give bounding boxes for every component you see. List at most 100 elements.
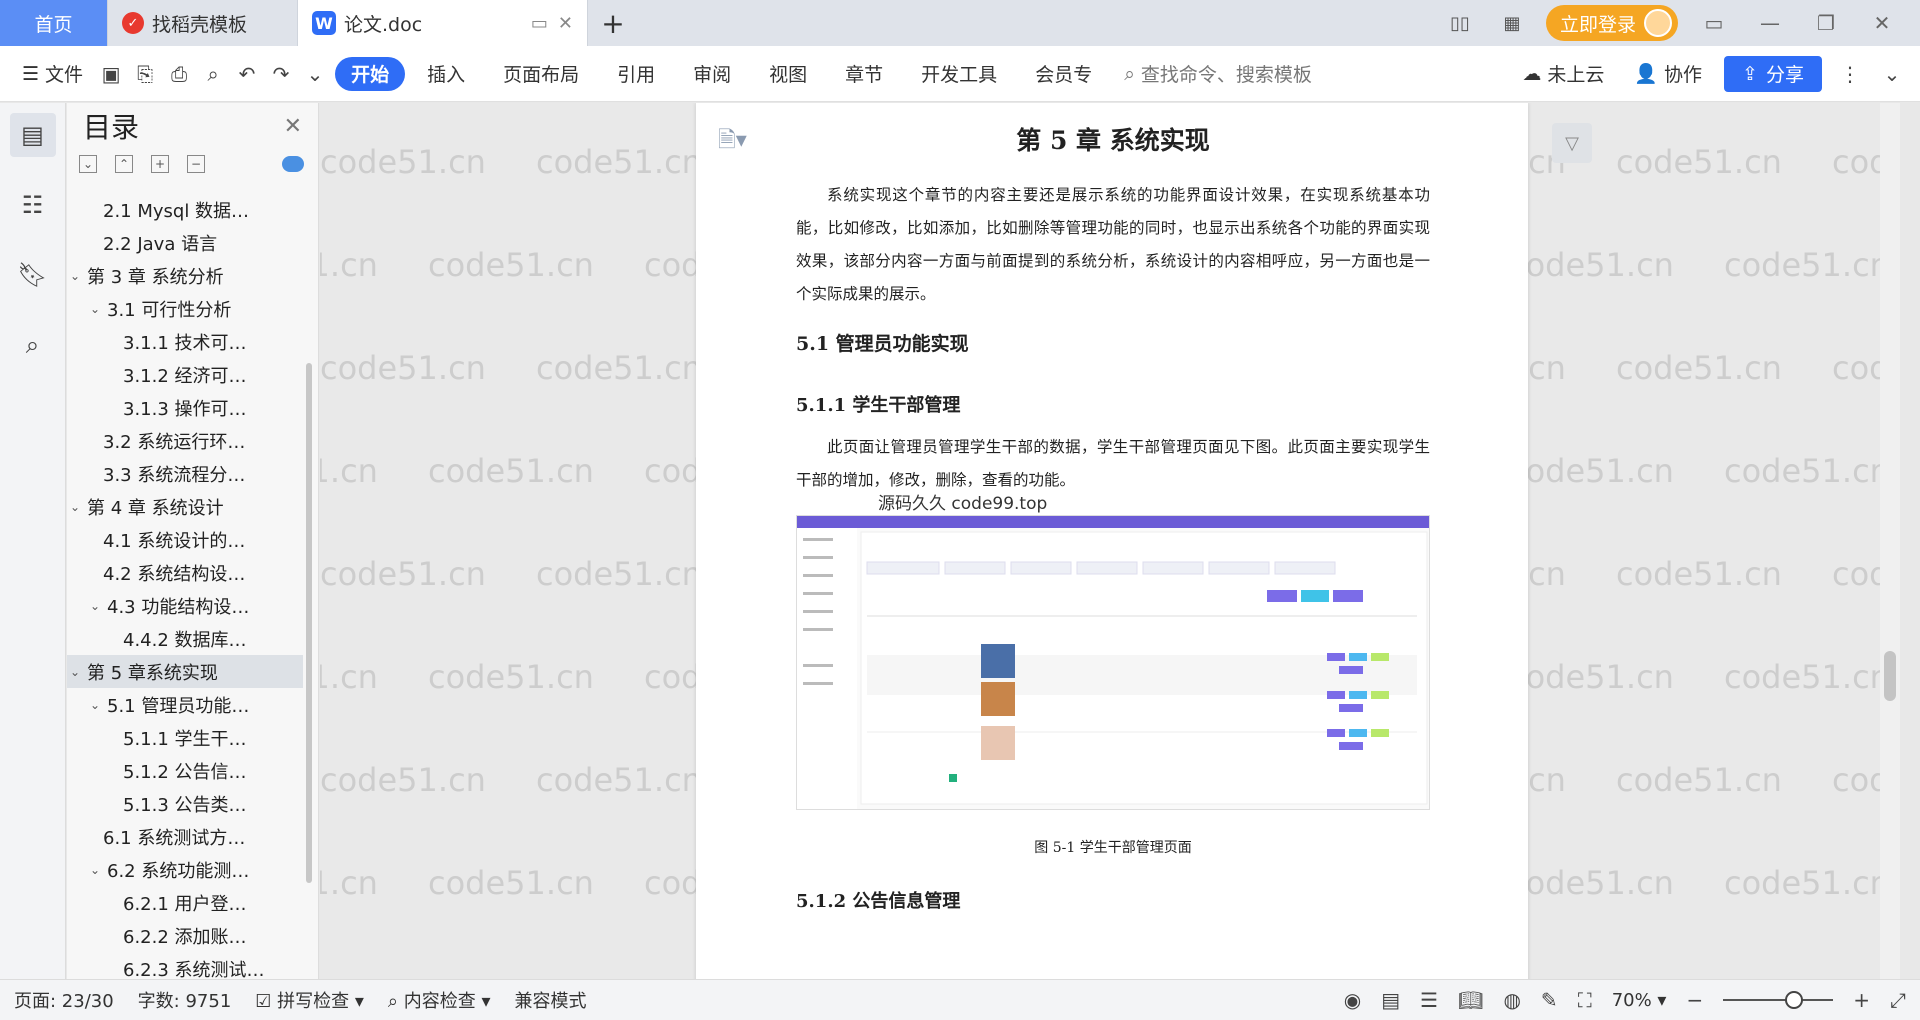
share-button[interactable]: ⇪ 分享 (1724, 55, 1822, 92)
toc-item[interactable]: ⌄ 6.2 系统功能测… (67, 853, 303, 886)
tab-template[interactable]: ✓ 找稻壳模板 (108, 0, 298, 46)
close-icon[interactable]: ✕ (284, 114, 302, 139)
collapse-all-icon[interactable]: ⌃ (115, 155, 133, 173)
toc-item[interactable]: 3.1.2 经济可… (67, 358, 303, 391)
tab-page-layout[interactable]: 页面布局 (487, 57, 595, 91)
chevron-down-icon[interactable]: ⌄ (87, 302, 103, 316)
toc-item[interactable]: 5.1.2 公告信… (67, 754, 303, 787)
toc-item[interactable]: ⌄ 第 5 章系统实现 (67, 655, 303, 688)
spell-check-button[interactable]: ☑ 拼写检查 ▾ (255, 987, 364, 1013)
tab-view[interactable]: 视图 (753, 57, 823, 91)
write-mode-icon[interactable]: ✎ (1541, 988, 1558, 1012)
chevron-down-icon[interactable]: ⌄ (87, 698, 103, 712)
toc-item[interactable]: 4.1 系统设计的… (67, 523, 303, 556)
toc-item[interactable]: 2.1 Mysql 数据… (67, 193, 303, 226)
search-panel-icon[interactable]: ⌕ (10, 323, 56, 367)
chevron-down-icon[interactable]: ⌄ (87, 599, 103, 613)
toc-scrollbar[interactable] (306, 363, 312, 883)
toc-item[interactable]: 3.3 系统流程分… (67, 457, 303, 490)
reading-mode-icon[interactable]: ▯▯ (1442, 11, 1478, 35)
word-count[interactable]: 字数: 9751 (138, 987, 232, 1013)
tab-home[interactable]: 首页 (0, 0, 108, 46)
redo-icon[interactable]: ↷ (267, 60, 295, 88)
quick-access-dropdown-icon[interactable]: ⌄ (301, 60, 329, 88)
export-pdf-icon[interactable]: ⎘ (131, 60, 159, 88)
toc-view-toggle-icon[interactable] (282, 156, 304, 172)
remove-heading-icon[interactable]: − (187, 155, 205, 173)
close-window-icon[interactable]: ✕ (1862, 11, 1902, 35)
toc-item[interactable]: ⌄ 第 3 章 系统分析 (67, 259, 303, 292)
expand-all-icon[interactable]: ⌄ (79, 155, 97, 173)
maximize-icon[interactable]: ❐ (1806, 11, 1846, 35)
window-mode-icon[interactable]: ▭ (531, 13, 548, 34)
bookmark-icon[interactable]: 🔖︎ (10, 253, 56, 297)
minimize-icon[interactable]: — (1750, 11, 1790, 35)
chevron-down-icon[interactable]: ⌄ (67, 269, 83, 283)
toc-item[interactable]: 5.1.1 学生干… (67, 721, 303, 754)
toc-item[interactable]: 6.1 系统测试方… (67, 820, 303, 853)
chevron-down-icon[interactable]: ⌄ (67, 500, 83, 514)
toc-item[interactable]: 6.2.1 用户登… (67, 886, 303, 919)
chevron-down-icon[interactable]: ⌄ (87, 863, 103, 877)
toc-item[interactable]: 3.1.3 操作可… (67, 391, 303, 424)
tab-start[interactable]: 开始 (335, 56, 406, 91)
restore-icon[interactable]: ▭ (1694, 11, 1734, 35)
fullscreen-icon[interactable]: ⤢ (1890, 988, 1906, 1012)
tab-review[interactable]: 审阅 (677, 57, 747, 91)
save-icon[interactable]: ▣ (97, 60, 125, 88)
collapse-ribbon-icon[interactable]: ⌄ (1878, 60, 1906, 88)
new-tab-button[interactable]: + (588, 0, 638, 46)
page-indicator[interactable]: 页面: 23/30 (14, 987, 114, 1013)
cloud-status-button[interactable]: ☁ 未上云 (1514, 56, 1612, 92)
content-check-button[interactable]: ⌕ 内容检查 ▾ (388, 987, 491, 1013)
collaborate-button[interactable]: 👤 协作 (1626, 56, 1710, 92)
fit-page-icon[interactable]: ⛶ (1578, 988, 1592, 1012)
tab-developer[interactable]: 开发工具 (905, 57, 1013, 91)
tab-document[interactable]: W 论文.doc ▭ ✕ (298, 0, 588, 46)
toc-panel-icon[interactable]: ▤ (9, 113, 56, 157)
read-view-icon[interactable]: 📖︎ (1458, 988, 1483, 1012)
tab-references[interactable]: 引用 (601, 57, 671, 91)
toc-item[interactable]: 2.2 Java 语言 (67, 226, 303, 259)
tab-section[interactable]: 章节 (829, 57, 899, 91)
undo-icon[interactable]: ↶ (233, 60, 261, 88)
page-tools-icon[interactable]: ▽ (1552, 123, 1592, 163)
toc-item[interactable]: 3.1.1 技术可… (67, 325, 303, 358)
add-heading-icon[interactable]: + (151, 155, 169, 173)
scrollbar-thumb[interactable] (1884, 651, 1896, 701)
toc-item[interactable]: ⌄ 4.3 功能结构设… (67, 589, 303, 622)
command-search[interactable]: ⌕ 查找命令、搜索模板 (1124, 60, 1312, 87)
eye-protect-icon[interactable]: ◉ (1344, 988, 1361, 1012)
document-page[interactable]: 🗎︎▾ 第 5 章 系统实现 系统实现这个章节的内容主要还是展示系统的功能界面设… (696, 103, 1528, 979)
more-options-icon[interactable]: ⋮ (1836, 60, 1864, 88)
close-tab-icon[interactable]: ✕ (558, 13, 573, 34)
toc-item[interactable]: 3.2 系统运行环… (67, 424, 303, 457)
zoom-slider[interactable] (1723, 991, 1834, 1009)
page-format-icon[interactable]: 🗎︎▾ (718, 123, 747, 161)
app-grid-icon[interactable]: ▦ (1494, 11, 1530, 35)
outline-view-icon[interactable]: ☰ (1420, 988, 1438, 1012)
vertical-scrollbar[interactable] (1880, 103, 1900, 979)
page-view-icon[interactable]: ▤ (1381, 988, 1400, 1012)
toc-item[interactable]: 6.2.2 添加账… (67, 919, 303, 952)
toc-item[interactable]: 6.2.3 系统测试… (67, 952, 303, 980)
zoom-out-icon[interactable]: − (1686, 988, 1703, 1012)
toc-item[interactable]: ⌄ 第 4 章 系统设计 (67, 490, 303, 523)
toc-item[interactable]: 4.2 系统结构设… (67, 556, 303, 589)
outline-panel-icon[interactable]: ☷ (10, 183, 56, 227)
tab-member[interactable]: 会员专 (1019, 57, 1108, 91)
chevron-down-icon[interactable]: ⌄ (67, 665, 83, 679)
print-icon[interactable]: ⎙ (165, 60, 193, 88)
zoom-slider-knob[interactable] (1785, 991, 1804, 1009)
toc-item[interactable]: ⌄ 5.1 管理员功能… (67, 688, 303, 721)
print-preview-icon[interactable]: ⌕ (199, 60, 227, 88)
toc-item[interactable]: 4.4.2 数据库… (67, 622, 303, 655)
login-button[interactable]: 立即登录 (1545, 5, 1678, 41)
zoom-in-icon[interactable]: + (1853, 988, 1870, 1012)
tab-insert[interactable]: 插入 (411, 57, 481, 91)
web-view-icon[interactable]: ◍ (1503, 988, 1520, 1012)
file-menu[interactable]: ☰ 文件 (14, 56, 91, 92)
zoom-level[interactable]: 70% ▾ (1612, 990, 1667, 1011)
toc-item[interactable]: ⌄ 3.1 可行性分析 (67, 292, 303, 325)
toc-item[interactable]: 5.1.3 公告类… (67, 787, 303, 820)
